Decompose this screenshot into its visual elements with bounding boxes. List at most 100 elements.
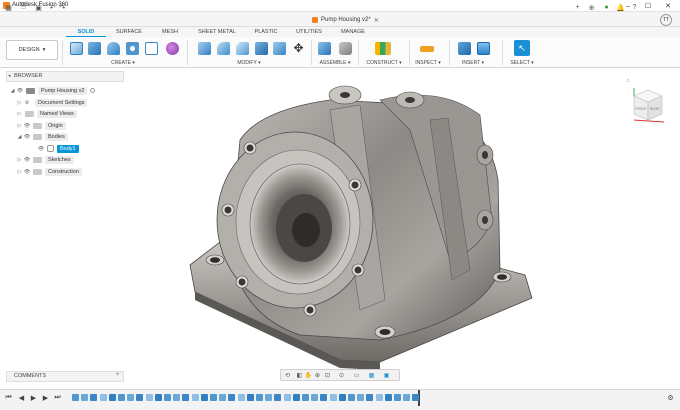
chevron-down-icon[interactable]: ◢ [16, 134, 23, 140]
tree-item-root[interactable]: ◢ 👁 Pump Housing v2 [9, 86, 96, 95]
timeline-feature[interactable] [292, 394, 300, 401]
extensions-icon[interactable]: ⊕ [587, 3, 596, 12]
tree-item-origin[interactable]: ▷ 👁 Origin [16, 121, 66, 130]
timeline-feature[interactable] [136, 394, 144, 401]
viewcube[interactable]: FRONT RIGHT [628, 84, 668, 126]
eye-icon[interactable]: 👁 [16, 88, 24, 94]
job-status-icon[interactable]: ● [602, 3, 611, 12]
eye-icon[interactable]: 👁 [23, 134, 31, 140]
viewports-icon[interactable]: ▣ [382, 371, 391, 379]
measure-icon[interactable] [420, 46, 434, 52]
timeline-feature[interactable] [265, 394, 273, 401]
joint-icon[interactable] [339, 42, 352, 55]
hole-icon[interactable] [126, 42, 139, 55]
file-menu-icon[interactable]: 🗎 [19, 3, 28, 12]
timeline-feature[interactable] [72, 394, 79, 401]
timeline-feature[interactable] [210, 394, 217, 401]
eye-icon[interactable]: 👁 [23, 157, 31, 163]
timeline-feature[interactable] [90, 394, 98, 401]
timeline-feature[interactable] [384, 394, 392, 401]
tree-item-named-views[interactable]: ▷ Named Views [16, 109, 77, 118]
viewcube-front-label[interactable]: FRONT [636, 107, 647, 111]
timeline-feature[interactable] [311, 394, 319, 401]
tab-surface[interactable]: SURFACE [110, 28, 148, 37]
tree-item-sketches[interactable]: ▷ 👁 Sketches [16, 155, 74, 164]
timeline-feature[interactable] [200, 394, 208, 401]
timeline-feature[interactable] [375, 394, 383, 401]
collapse-panel-icon[interactable]: ◂ [8, 73, 11, 79]
tab-mesh[interactable]: MESH [155, 28, 185, 37]
play-icon[interactable]: ▶ [29, 393, 38, 402]
document-tab[interactable]: Pump Housing v2* ✕ [312, 14, 379, 26]
timeline-feature[interactable] [338, 394, 346, 401]
tab-utilities[interactable]: UTILITIES [291, 28, 327, 37]
home-view-icon[interactable]: ⌂ [626, 78, 630, 84]
insert-canvas-icon[interactable] [477, 42, 490, 55]
insert-menu[interactable]: INSERT ▾ [458, 60, 488, 66]
form-icon[interactable] [166, 42, 179, 55]
close-button[interactable]: ✕ [658, 0, 678, 12]
timeline-feature[interactable] [228, 394, 236, 401]
tab-sheet-metal[interactable]: SHEET METAL [195, 28, 239, 37]
assemble-menu[interactable]: ASSEMBLE ▾ [316, 60, 354, 66]
add-comment-icon[interactable]: + [116, 372, 120, 378]
help-icon[interactable]: ? [630, 3, 639, 12]
new-component-icon[interactable] [318, 42, 331, 55]
construct-menu[interactable]: CONSTRUCT ▾ [364, 60, 404, 66]
extrude-icon[interactable] [88, 42, 101, 55]
timeline-settings-icon[interactable]: ⚙ [666, 393, 675, 402]
shell-icon[interactable] [255, 42, 268, 55]
pan-icon[interactable]: ✋ [304, 371, 313, 379]
step-forward-icon[interactable]: ▶ [41, 393, 50, 402]
eye-icon[interactable]: 👁 [23, 169, 31, 175]
zoom-window-icon[interactable]: ⊙ [337, 371, 346, 379]
timeline-feature[interactable] [246, 394, 254, 401]
radio-activate-icon[interactable] [90, 88, 96, 93]
timeline-feature[interactable] [173, 394, 181, 401]
timeline-feature[interactable] [154, 394, 162, 401]
timeline-feature[interactable] [182, 394, 190, 401]
timeline-feature[interactable] [237, 394, 245, 401]
select-icon[interactable]: ↖ [514, 40, 530, 56]
tab-plastic[interactable]: PLASTIC [250, 28, 282, 37]
orbit-icon[interactable]: ⟲ [283, 371, 292, 379]
timeline-feature[interactable] [329, 394, 337, 401]
create-menu[interactable]: CREATE ▾ [108, 60, 138, 66]
workspace-switcher[interactable]: DESIGN ▾ [6, 40, 58, 60]
chevron-right-icon[interactable]: ▷ [16, 111, 23, 117]
go-to-end-icon[interactable]: ⏭ [53, 393, 62, 402]
data-panel-icon[interactable]: ▦ [4, 3, 13, 12]
timeline-feature[interactable] [118, 394, 125, 401]
timeline-feature[interactable] [256, 394, 263, 401]
user-avatar[interactable]: TT [660, 14, 672, 26]
chevron-right-icon[interactable]: ▷ [16, 100, 23, 106]
fillet-icon[interactable] [217, 42, 230, 55]
step-back-icon[interactable]: ◀ [17, 393, 26, 402]
maximize-button[interactable]: ☐ [638, 0, 658, 12]
timeline-feature[interactable] [108, 394, 116, 401]
undo-icon[interactable]: ↶ [48, 3, 57, 12]
go-to-start-icon[interactable]: ⏮ [4, 393, 13, 402]
chevron-right-icon[interactable]: ▷ [16, 157, 23, 163]
insert-derive-icon[interactable] [458, 42, 471, 55]
fit-icon[interactable]: ⊡ [323, 371, 332, 379]
chevron-right-icon[interactable]: ▷ [16, 123, 23, 129]
look-at-icon[interactable]: ◧ [295, 371, 304, 379]
zoom-icon[interactable]: ⊕ [313, 371, 322, 379]
grid-settings-icon[interactable]: ▦ [367, 371, 376, 379]
tree-item-construction[interactable]: ▷ 👁 Construction [16, 167, 82, 176]
new-tab-icon[interactable]: + [573, 3, 582, 12]
tree-item-body1[interactable]: 👁 Body1 [37, 144, 79, 153]
notifications-icon[interactable]: 🔔 [616, 3, 625, 12]
timeline-feature[interactable] [127, 394, 135, 401]
eye-icon[interactable]: 👁 [23, 123, 31, 129]
timeline-feature[interactable] [283, 394, 291, 401]
timeline-feature[interactable] [219, 394, 227, 401]
timeline-feature[interactable] [274, 394, 282, 401]
timeline-feature[interactable] [403, 394, 411, 401]
timeline-feature[interactable] [145, 394, 153, 401]
tree-item-document-settings[interactable]: ▷ ⚙ Document Settings [16, 98, 88, 107]
viewcube-right-label[interactable]: RIGHT [650, 107, 660, 111]
tab-manage[interactable]: MANAGE [337, 28, 369, 37]
inspect-menu[interactable]: INSPECT ▾ [412, 60, 444, 66]
